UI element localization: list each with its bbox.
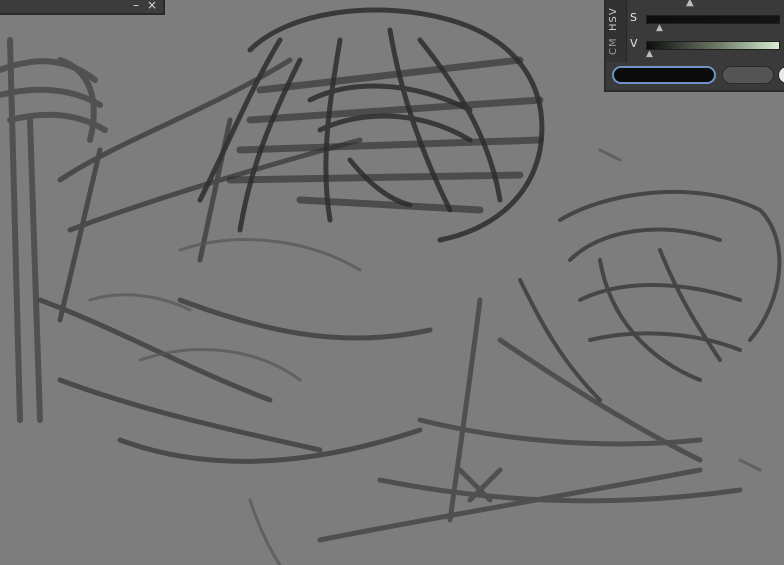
sub-color-swatch[interactable] (722, 66, 774, 84)
saturation-label: S (630, 11, 637, 24)
panel-window-controls: – × (133, 0, 157, 12)
value-label: V (630, 37, 638, 50)
minimize-button[interactable]: – (133, 0, 139, 12)
floating-panel-titlebar[interactable]: – × (0, 0, 165, 15)
close-button[interactable]: × (147, 0, 157, 12)
saturation-slider[interactable] (646, 15, 780, 24)
caret-up-icon[interactable]: ▲ (686, 0, 694, 8)
value-slider[interactable] (646, 41, 780, 50)
value-slider-row: V ▲ (628, 37, 784, 59)
tab-cm[interactable]: CM (608, 36, 624, 56)
slider-caret-icon[interactable]: ▲ (656, 24, 663, 33)
sketch-hair-hatching (226, 56, 544, 214)
color-wheel-icon[interactable] (778, 66, 784, 84)
sketch-torso (37, 57, 433, 464)
main-color-swatch[interactable] (612, 66, 716, 84)
color-panel: HSV CM ▲ S ▲ V ▲ (604, 0, 784, 92)
color-mode-tabs: HSV CM (606, 0, 627, 62)
tab-hsv[interactable]: HSV (608, 6, 624, 32)
sketch-head-secondary (518, 189, 782, 402)
color-swatches (610, 64, 784, 88)
saturation-slider-row: S ▲ (628, 11, 784, 33)
slider-caret-icon[interactable]: ▲ (646, 50, 653, 59)
sketch-left-arm (0, 37, 108, 423)
